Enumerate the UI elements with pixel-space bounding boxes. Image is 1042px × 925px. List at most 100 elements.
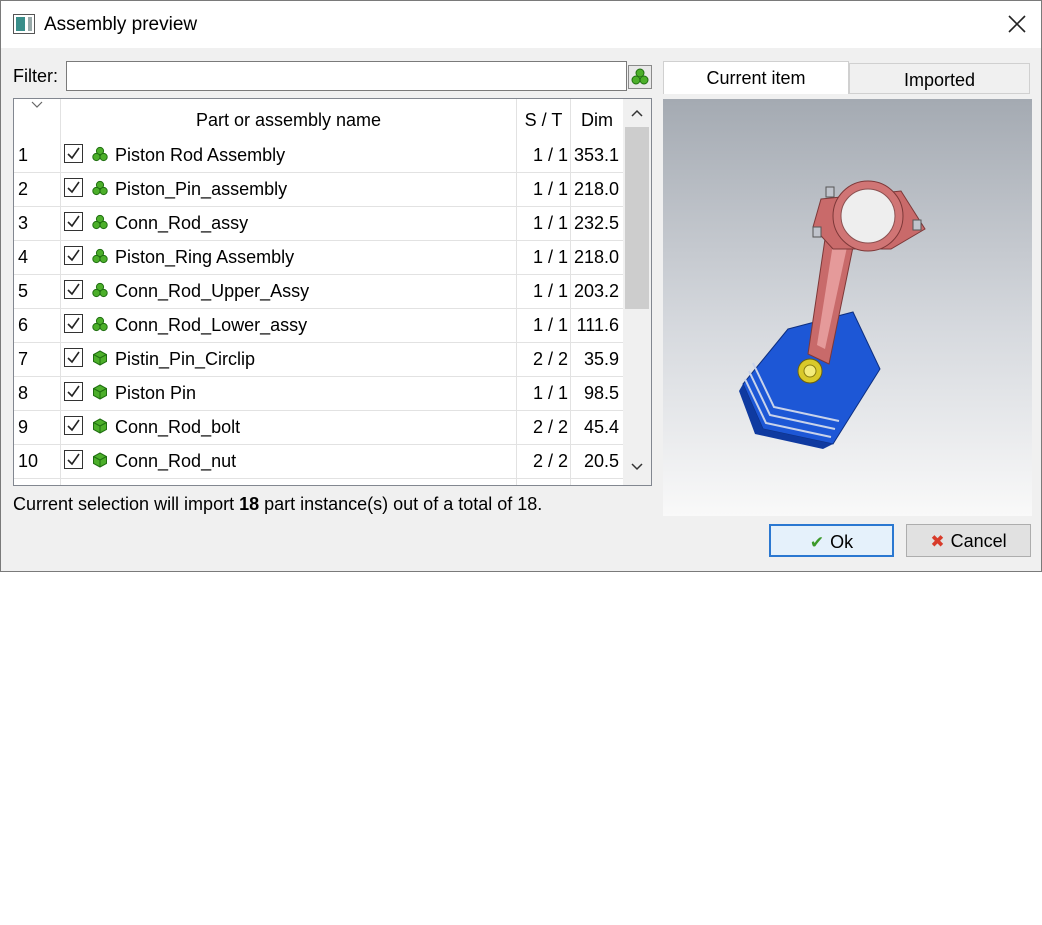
row-st: 1 / 1 xyxy=(532,315,568,335)
row-dim: 232.5 xyxy=(573,213,619,233)
row-name: Conn_Rod_nut xyxy=(115,451,237,471)
row-number: 2 xyxy=(18,179,29,199)
tab-current-item[interactable]: Current item xyxy=(663,61,849,94)
row-st: 2 / 2 xyxy=(532,451,568,471)
tab-imported[interactable]: Imported xyxy=(849,63,1030,94)
row-checkbox[interactable] xyxy=(64,382,83,401)
column-header-st[interactable]: S / T xyxy=(517,99,570,139)
row-number: 5 xyxy=(18,281,29,301)
table-row[interactable]: 5 Conn_Rod_Upper_Assy 1 / 1 203.2 xyxy=(14,275,623,309)
scroll-up-icon[interactable] xyxy=(631,109,643,117)
row-name: Pistin_Pin_Circlip xyxy=(115,349,256,369)
table-row[interactable]: 8 Piston Pin 1 / 1 98.5 xyxy=(14,377,623,411)
table-row[interactable]: 6 Conn_Rod_Lower_assy 1 / 1 111.6 xyxy=(14,309,623,343)
column-header-name[interactable]: Part or assembly name xyxy=(61,99,516,139)
table-row[interactable]: 3 Conn_Rod_assy 1 / 1 232.5 xyxy=(14,207,623,241)
row-number: 3 xyxy=(18,213,29,233)
table-row[interactable]: 2 Piston_Pin_assembly 1 / 1 218.0 xyxy=(14,173,623,207)
row-name: Conn_Rod_Upper_Assy xyxy=(115,281,310,301)
window-app-icon xyxy=(13,14,35,34)
row-checkbox[interactable] xyxy=(64,212,83,231)
scroll-down-icon[interactable] xyxy=(631,463,643,471)
row-st: 1 / 1 xyxy=(532,247,568,267)
row-dim: 218.0 xyxy=(573,247,619,267)
cancel-label: Cancel xyxy=(950,531,1007,551)
table-row[interactable]: 10 Conn_Rod_nut 2 / 2 20.5 xyxy=(14,445,623,479)
connecting-rod-model xyxy=(739,180,926,449)
selection-status: Current selection will import 18 part in… xyxy=(13,494,542,515)
row-checkbox[interactable] xyxy=(64,178,83,197)
status-count: 18 xyxy=(239,494,260,514)
assembly-filter-icon xyxy=(631,68,649,85)
vertical-scrollbar[interactable] xyxy=(623,99,651,485)
column-header-dim[interactable]: Dim xyxy=(571,99,623,139)
row-name: Conn_Rod_Lower_assy xyxy=(115,315,308,335)
row-number: 8 xyxy=(18,383,29,403)
row-dim: 35.9 xyxy=(583,349,619,369)
assembly-preview-dialog: Assembly preview Filter: Part or assembl… xyxy=(0,0,1042,572)
row-dim: 111.6 xyxy=(576,315,619,335)
row-checkbox[interactable] xyxy=(64,280,83,299)
table-row[interactable]: 7 Pistin_Pin_Circlip 2 / 2 35.9 xyxy=(14,343,623,377)
assembly-icon xyxy=(92,316,108,332)
row-dim: 218.0 xyxy=(573,179,619,199)
row-checkbox[interactable] xyxy=(64,450,83,469)
row-number: 1 xyxy=(18,145,29,165)
row-number: 10 xyxy=(18,451,39,471)
row-checkbox[interactable] xyxy=(64,348,83,367)
status-prefix: Current selection will import xyxy=(13,494,240,514)
row-checkbox[interactable] xyxy=(64,246,83,265)
row-checkbox[interactable] xyxy=(64,416,83,435)
row-name: Piston Pin xyxy=(115,383,197,403)
checkmark-icon: ✔ xyxy=(809,533,825,552)
row-dim: 20.5 xyxy=(583,451,619,471)
part-icon xyxy=(93,452,107,468)
row-dim: 353.1 xyxy=(573,145,619,165)
row-st: 1 / 1 xyxy=(532,145,568,165)
filter-button[interactable] xyxy=(628,65,652,89)
part-icon xyxy=(93,418,107,434)
sort-chevron-icon[interactable] xyxy=(31,101,43,109)
table-row[interactable]: 9 Conn_Rod_bolt 2 / 2 45.4 xyxy=(14,411,623,445)
filter-input[interactable] xyxy=(66,61,627,91)
row-name: Piston_Ring Assembly xyxy=(115,247,295,267)
assembly-icon xyxy=(92,180,108,196)
title-bar: Assembly preview xyxy=(1,1,1041,48)
part-icon xyxy=(93,350,107,366)
close-icon[interactable] xyxy=(1006,13,1028,35)
scrollbar-thumb[interactable] xyxy=(625,127,649,309)
row-checkbox[interactable] xyxy=(64,314,83,333)
ok-label: Ok xyxy=(830,532,854,552)
row-st: 1 / 1 xyxy=(532,281,568,301)
table-row[interactable]: 4 Piston_Ring Assembly 1 / 1 218.0 xyxy=(14,241,623,275)
row-number: 4 xyxy=(18,247,29,267)
row-number: 7 xyxy=(18,349,29,369)
window-title: Assembly preview xyxy=(44,14,198,35)
row-dim: 45.4 xyxy=(583,417,619,437)
status-suffix: part instance(s) out of a total of 18. xyxy=(259,494,543,514)
row-name: Piston_Pin_assembly xyxy=(115,179,288,199)
row-st: 1 / 1 xyxy=(532,213,568,233)
row-checkbox[interactable] xyxy=(64,144,83,163)
cross-icon: ✖ xyxy=(930,532,945,551)
ok-button[interactable]: ✔ Ok xyxy=(769,524,894,557)
model-preview-viewport[interactable] xyxy=(663,99,1032,516)
row-name: Conn_Rod_assy xyxy=(115,213,249,233)
table-row[interactable]: 1 Piston Rod Assembly 1 / 1 353.1 xyxy=(14,139,623,173)
assembly-icon xyxy=(92,214,108,230)
part-icon xyxy=(93,384,107,400)
filter-label: Filter: xyxy=(13,66,58,86)
row-number: 9 xyxy=(18,417,29,437)
row-number: 6 xyxy=(18,315,29,335)
row-st: 2 / 2 xyxy=(532,349,568,369)
row-name: Piston Rod Assembly xyxy=(115,145,286,165)
row-name: Conn_Rod_bolt xyxy=(115,417,241,437)
row-st: 2 / 2 xyxy=(532,417,568,437)
assembly-icon xyxy=(92,248,108,264)
row-st: 1 / 1 xyxy=(532,179,568,199)
parts-table: Part or assembly name S / T Dim 1 Piston … xyxy=(13,98,652,486)
row-dim: 98.5 xyxy=(583,383,619,403)
cancel-button[interactable]: ✖ Cancel xyxy=(906,524,1031,557)
assembly-icon xyxy=(92,282,108,298)
assembly-icon xyxy=(92,146,108,162)
